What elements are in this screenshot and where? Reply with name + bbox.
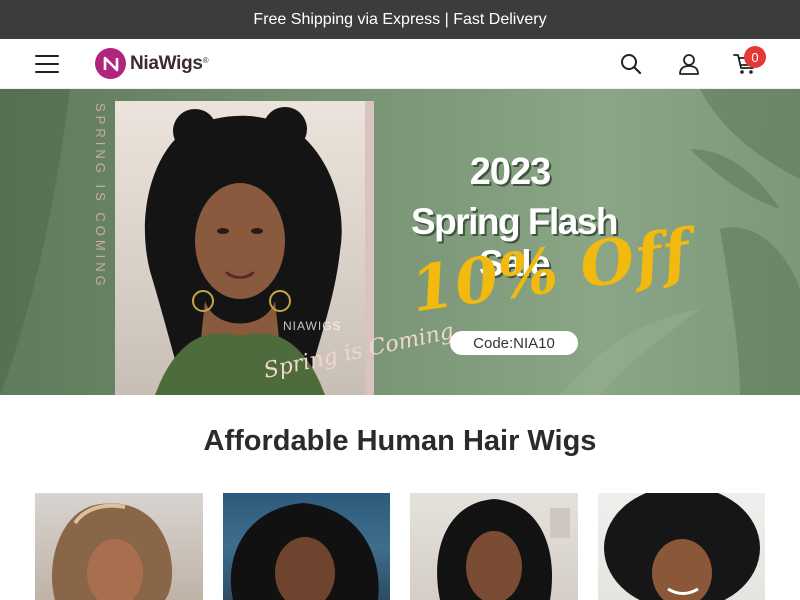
search-icon[interactable] — [619, 52, 643, 76]
logo-mark-icon — [95, 48, 126, 79]
product-card-4[interactable] — [598, 493, 765, 600]
product-card-1[interactable] — [35, 493, 203, 600]
sale-year: 2023 — [469, 151, 552, 193]
announcement-bar: Free Shipping via Express | Fast Deliver… — [0, 0, 800, 39]
site-header: NiaWigs® — [0, 39, 800, 89]
cart-count-badge: 0 — [744, 46, 766, 68]
announcement-text: Free Shipping via Express | Fast Deliver… — [253, 10, 547, 28]
promo-banner[interactable]: SPRING IS COMING NIAWIGS Spring is Comin… — [0, 89, 800, 395]
product-card-3[interactable] — [410, 493, 578, 600]
product-card-2[interactable] — [223, 493, 390, 600]
section-title: Affordable Human Hair Wigs — [203, 425, 597, 457]
product-image-1 — [51, 503, 173, 600]
promo-code: Code:NIA10 — [450, 331, 578, 355]
product-image-4 — [604, 493, 760, 600]
product-image-3 — [437, 499, 570, 600]
vertical-tagline: SPRING IS COMING — [93, 103, 108, 290]
logo-text: NiaWigs® — [130, 52, 209, 74]
product-grid — [35, 493, 765, 600]
banner-watermark: NIAWIGS — [283, 319, 342, 333]
account-icon[interactable] — [677, 52, 701, 76]
logo[interactable]: NiaWigs® — [95, 48, 209, 79]
product-image-2 — [230, 503, 379, 600]
menu-icon[interactable] — [35, 55, 59, 73]
